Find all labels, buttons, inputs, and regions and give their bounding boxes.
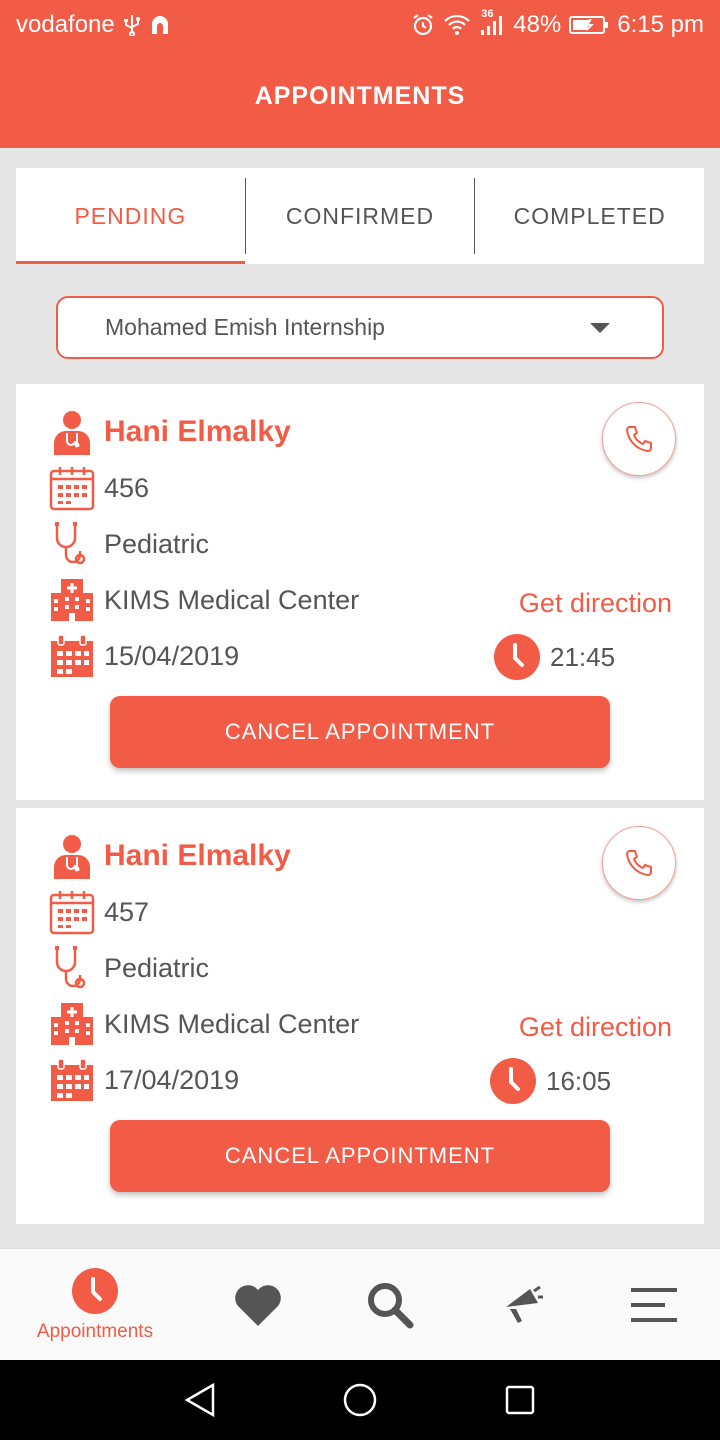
date-icon	[48, 632, 96, 680]
clock-icon	[494, 634, 540, 680]
status-tabs: PENDING CONFIRMED COMPLETED	[16, 168, 704, 264]
cancel-appointment-button[interactable]: CANCEL APPOINTMENT	[110, 696, 610, 768]
appointment-card: Hani Elmalky 457 Pediatric KIMS Medical …	[16, 808, 704, 1224]
status-right: 36 48% 6:15 pm	[411, 8, 704, 39]
specialty: Pediatric	[104, 952, 210, 983]
page-title: APPOINTMENTS	[254, 82, 466, 110]
doctor-row: Hani Elmalky	[48, 832, 291, 880]
appointment-time: 16:05	[546, 1065, 612, 1096]
date-icon	[48, 1056, 96, 1104]
doctor-name: Hani Elmalky	[104, 415, 291, 448]
status-bar: vodafone 36 48% 6:15 pm	[0, 0, 720, 50]
hospital-icon	[48, 1000, 96, 1048]
center-row: KIMS Medical Center	[48, 576, 359, 624]
home-button[interactable]	[340, 1380, 380, 1420]
get-direction-link[interactable]: Get direction	[519, 588, 672, 619]
nav-favorites[interactable]	[222, 1249, 294, 1361]
app-notification-icon	[149, 14, 171, 36]
signal-icon: 36	[479, 8, 505, 36]
system-navigation-bar	[0, 1360, 720, 1440]
search-icon	[368, 1283, 414, 1329]
app-header: vodafone 36 48% 6:15 pm APPOINTMENTS	[0, 0, 720, 148]
dropdown-selected-value: Mohamed Emish Internship	[105, 314, 385, 340]
usb-icon	[123, 14, 141, 36]
nav-promotions[interactable]	[486, 1249, 558, 1361]
calendar-icon	[48, 464, 96, 512]
date-row: 17/04/2019	[48, 1056, 239, 1104]
time-row: 21:45	[494, 634, 615, 680]
medical-center: KIMS Medical Center	[104, 584, 360, 615]
tab-pending[interactable]: PENDING	[16, 168, 245, 264]
recents-square-icon	[505, 1385, 535, 1415]
back-triangle-icon	[184, 1382, 215, 1418]
appointment-card: Hani Elmalky 456 Pediatric KIMS Medical …	[16, 384, 704, 800]
date-row: 15/04/2019	[48, 632, 239, 680]
cancel-appointment-button[interactable]: CANCEL APPOINTMENT	[110, 1120, 610, 1192]
phone-icon	[625, 850, 652, 877]
battery-percent: 48%	[513, 11, 562, 38]
battery-charging-icon	[569, 14, 609, 36]
call-button[interactable]	[602, 826, 676, 900]
stethoscope-icon	[48, 520, 96, 568]
patient-filter-dropdown[interactable]: Mohamed Emish Internship	[56, 296, 664, 359]
appointment-number-row: 457	[48, 888, 149, 936]
calendar-icon	[48, 888, 96, 936]
chevron-down-icon	[590, 323, 610, 333]
back-button[interactable]	[180, 1380, 220, 1420]
bottom-navigation: Appointments	[0, 1248, 720, 1360]
nav-menu[interactable]	[618, 1249, 690, 1361]
doctor-icon	[48, 408, 96, 456]
specialty: Pediatric	[104, 528, 210, 559]
doctor-name: Hani Elmalky	[104, 839, 291, 872]
home-circle-icon	[343, 1383, 377, 1417]
recents-button[interactable]	[500, 1380, 540, 1420]
wifi-icon	[443, 14, 471, 36]
time-row: 16:05	[490, 1058, 611, 1104]
center-row: KIMS Medical Center	[48, 1000, 359, 1048]
doctor-icon	[48, 832, 96, 880]
appointment-time: 21:45	[550, 641, 616, 672]
alarm-icon	[411, 13, 435, 37]
network-type-label: 36	[481, 8, 494, 20]
clock-icon	[490, 1058, 536, 1104]
specialty-row: Pediatric	[48, 944, 209, 992]
carrier-label: vodafone	[16, 11, 115, 38]
clock-icon	[72, 1268, 118, 1314]
clock-time: 6:15 pm	[617, 11, 704, 38]
doctor-row: Hani Elmalky	[48, 408, 291, 456]
appointment-date: 15/04/2019	[104, 640, 240, 671]
heart-icon	[235, 1285, 281, 1326]
appointment-date: 17/04/2019	[104, 1064, 240, 1095]
specialty-row: Pediatric	[48, 520, 209, 568]
menu-icon	[631, 1288, 677, 1322]
medical-center: KIMS Medical Center	[104, 1008, 360, 1039]
stethoscope-icon	[48, 944, 96, 992]
appointment-number: 456	[104, 472, 150, 503]
nav-appointments[interactable]: Appointments	[20, 1249, 170, 1361]
get-direction-link[interactable]: Get direction	[519, 1012, 672, 1043]
call-button[interactable]	[602, 402, 676, 476]
status-left: vodafone	[16, 11, 171, 39]
megaphone-icon	[506, 1285, 543, 1323]
appointment-number-row: 456	[48, 464, 149, 512]
nav-search[interactable]	[354, 1249, 426, 1361]
phone-icon	[625, 426, 652, 453]
nav-appointments-label: Appointments	[36, 1321, 154, 1342]
hospital-icon	[48, 576, 96, 624]
appointment-number: 457	[104, 896, 150, 927]
tab-confirmed[interactable]: CONFIRMED	[246, 168, 475, 264]
tab-completed[interactable]: COMPLETED	[475, 168, 704, 264]
